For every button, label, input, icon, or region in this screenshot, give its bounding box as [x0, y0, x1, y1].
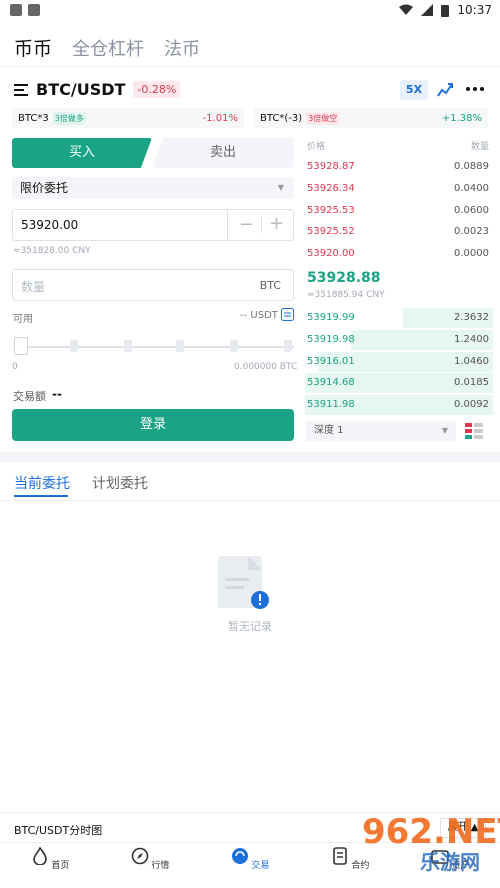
lev-token-tag: 3倍做空: [306, 111, 340, 125]
tabs-divider: [0, 500, 500, 501]
empty-document-icon: [218, 556, 269, 609]
order-type-value: 限价委托: [20, 181, 69, 195]
lev-token-name: BTC*3: [18, 112, 49, 124]
ask-row[interactable]: 53928.87 0.0889: [305, 157, 493, 177]
pair-change-badge: -0.28%: [133, 81, 181, 98]
available-value: -- USDT: [240, 310, 278, 321]
bid-row[interactable]: 53919.99 2.3632: [305, 308, 493, 328]
ask-row[interactable]: 53920.00 0.0000: [305, 244, 493, 264]
lev-token-short[interactable]: BTC*(-3) 3倍做空 +1.38%: [254, 108, 488, 128]
amount-slider[interactable]: [14, 346, 294, 348]
last-price: 53928.88: [307, 270, 381, 286]
nav-label: 交易: [251, 861, 270, 871]
order-type-select[interactable]: 限价委托 ▼: [12, 177, 294, 199]
trade-icon: [231, 848, 248, 864]
chevron-down-icon: ▼: [277, 183, 284, 192]
last-price-cny: ≈351885.94 CNY: [307, 290, 385, 300]
tab-plan-orders[interactable]: 计划委托: [92, 473, 148, 493]
nav-market[interactable]: 行情: [120, 847, 180, 871]
depth-value: 深度 1: [314, 425, 344, 436]
stepper-divider: [261, 217, 262, 233]
sell-tab[interactable]: 卖出: [152, 138, 294, 168]
lev-token-tag: 3倍做多: [52, 111, 86, 125]
minus-icon[interactable]: −: [239, 214, 254, 235]
volume-value: --: [52, 387, 62, 401]
kline-title: BTC/USDT分时图: [14, 824, 103, 837]
orderbook-layout-icon[interactable]: [465, 423, 483, 439]
nav-label: 合约: [351, 861, 370, 871]
slider-tick[interactable]: [230, 340, 238, 352]
tab-margin[interactable]: 全仓杠杆: [72, 35, 144, 61]
signal-icon: [421, 4, 434, 16]
flame-icon: [32, 846, 47, 866]
menu-icon[interactable]: [14, 83, 28, 96]
tab-underline: [14, 495, 68, 497]
tab-fiat[interactable]: 法币: [164, 35, 200, 61]
leverage-badge[interactable]: 5X: [400, 80, 428, 100]
more-icon[interactable]: [466, 87, 484, 91]
watermark-text: 乐游网: [420, 850, 480, 874]
ask-row[interactable]: 53925.52 0.0023: [305, 222, 493, 242]
amount-unit: BTC: [259, 279, 281, 292]
transfer-icon[interactable]: [281, 308, 294, 321]
market-type-tabs: 币币 全仓杠杆 法币: [14, 34, 200, 61]
status-bar: 10:37: [0, 0, 500, 22]
price-input[interactable]: 53920.00 − +: [12, 209, 294, 241]
slider-max: 0.000000 BTC: [234, 362, 298, 372]
compass-icon: [131, 847, 148, 865]
available-label: 可用: [13, 314, 33, 325]
slider-min: 0: [12, 362, 18, 372]
order-tabs: 当前委托 计划委托: [14, 473, 148, 493]
wifi-icon: [399, 4, 414, 15]
tab-spot[interactable]: 币币: [14, 34, 52, 61]
nav-home[interactable]: 首页: [20, 846, 80, 871]
price-cny: ≈351828.00 CNY: [13, 246, 91, 256]
header-divider: [0, 66, 500, 67]
slider-handle[interactable]: [14, 337, 28, 355]
lev-token-long[interactable]: BTC*3 3倍做多 -1.01%: [12, 108, 244, 128]
slider-tick[interactable]: [284, 340, 292, 352]
empty-text: 暂无记录: [228, 620, 272, 633]
stepper-divider: [227, 210, 228, 240]
slider-tick[interactable]: [70, 340, 78, 352]
chevron-down-icon: ▼: [441, 426, 448, 435]
nav-trade[interactable]: 交易: [220, 847, 280, 871]
clock: 10:37: [457, 3, 492, 17]
chart-icon[interactable]: [437, 81, 453, 97]
lev-token-change: -1.01%: [202, 112, 238, 124]
nav-label: 行情: [151, 861, 170, 871]
amount-input[interactable]: 数量 BTC: [12, 269, 294, 301]
amount-placeholder: 数量: [21, 280, 46, 294]
price-value: 53920.00: [21, 218, 79, 232]
contract-icon: [332, 847, 347, 865]
slider-tick[interactable]: [124, 340, 132, 352]
plus-icon[interactable]: +: [269, 213, 284, 234]
section-gap: [0, 452, 500, 462]
ask-row[interactable]: 53925.53 0.0600: [305, 201, 493, 221]
ask-row[interactable]: 53926.34 0.0400: [305, 179, 493, 199]
bid-row[interactable]: 53916.01 1.0460: [305, 352, 493, 372]
notification-icon: [28, 4, 40, 16]
app-icon: [10, 4, 22, 16]
orderbook-price-header: 价格: [307, 142, 326, 152]
lev-token-name: BTC*(-3): [260, 112, 303, 124]
bid-row[interactable]: 53914.68 0.0185: [305, 373, 493, 393]
depth-select[interactable]: 深度 1 ▼: [306, 421, 456, 441]
tab-current-orders[interactable]: 当前委托: [14, 473, 70, 493]
buy-tab[interactable]: 买入: [12, 138, 152, 168]
battery-icon: [441, 4, 450, 17]
nav-label: 首页: [51, 861, 70, 871]
orderbook-qty-header: 数量: [471, 142, 490, 152]
bid-row[interactable]: 53911.98 0.0092: [305, 395, 493, 415]
bid-row[interactable]: 53919.98 1.2400: [305, 330, 493, 350]
pair-header[interactable]: BTC/USDT -0.28%: [14, 80, 181, 99]
lev-token-change: +1.38%: [441, 112, 482, 124]
slider-tick[interactable]: [176, 340, 184, 352]
volume-label: 交易额: [13, 390, 46, 403]
login-button[interactable]: 登录: [12, 409, 294, 441]
pair-name[interactable]: BTC/USDT: [36, 80, 125, 99]
